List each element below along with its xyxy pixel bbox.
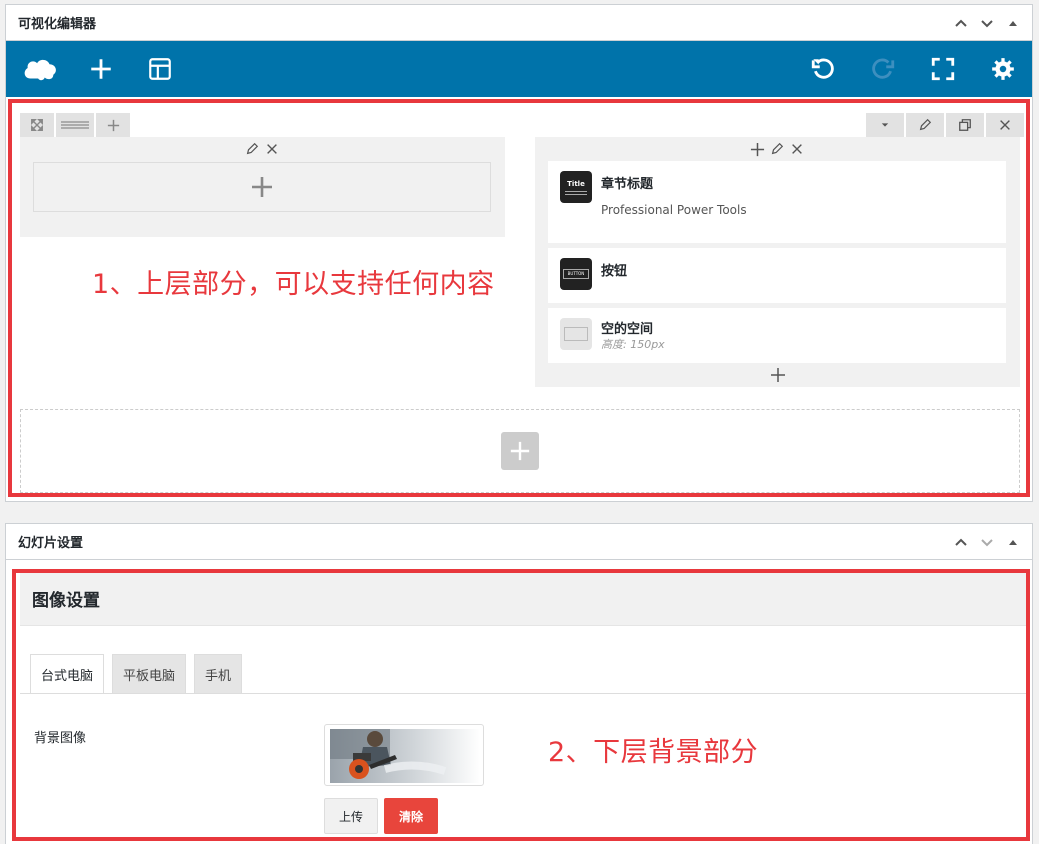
column-right: Title 章节标题 Professional Power Tools BUTT… xyxy=(535,137,1020,387)
pencil-icon[interactable] xyxy=(906,113,944,137)
title-widget-icon: Title xyxy=(560,171,592,203)
upload-button[interactable]: 上传 xyxy=(324,798,378,834)
widget-empty-space[interactable]: 空的空间 高度: 150px xyxy=(548,308,1006,363)
annotation-upper-layer: 1、上层部分，可以支持任何内容 xyxy=(92,269,495,300)
logo-cloud-icon[interactable] xyxy=(20,53,60,85)
fullscreen-icon[interactable] xyxy=(927,53,959,85)
device-tabs: 台式电脑 平板电脑 手机 xyxy=(30,654,243,694)
dropdown-caret-icon[interactable] xyxy=(866,113,904,137)
widget-subtitle: 高度: 150px xyxy=(601,338,665,351)
tab-tablet[interactable]: 平板电脑 xyxy=(112,654,187,694)
background-image-label: 背景图像 xyxy=(34,731,87,746)
layout-icon[interactable] xyxy=(144,53,176,85)
chevron-down-icon[interactable] xyxy=(976,531,998,553)
widget-name: 按钮 xyxy=(601,264,628,279)
triangle-up-icon[interactable] xyxy=(1002,531,1024,553)
column-left xyxy=(20,137,505,237)
widget-subtitle: Professional Power Tools xyxy=(601,203,747,217)
close-icon[interactable] xyxy=(264,141,280,157)
background-image-thumbnail[interactable] xyxy=(324,724,484,786)
column-tools xyxy=(749,141,805,157)
empty-space-widget-icon xyxy=(560,318,592,350)
plus-icon xyxy=(770,368,785,382)
visual-editor-panel: 可视化编辑器 Title 章节标题 Professional Power Too… xyxy=(5,4,1033,502)
widget-section-title[interactable]: Title 章节标题 Professional Power Tools xyxy=(548,161,1006,243)
add-widget-button[interactable] xyxy=(33,162,491,212)
close-icon[interactable] xyxy=(986,113,1024,137)
builder-area: Title 章节标题 Professional Power Tools BUTT… xyxy=(6,97,1032,501)
plus-icon xyxy=(510,441,530,461)
annotation-lower-layer: 2、下层背景部分 xyxy=(548,737,759,768)
section-header: 图像设置 xyxy=(20,572,1026,626)
pencil-icon[interactable] xyxy=(769,141,785,157)
panel-title: 幻灯片设置 xyxy=(18,536,84,551)
plus-icon xyxy=(252,177,272,197)
column-tools xyxy=(244,141,280,157)
tab-divider xyxy=(20,693,1026,694)
undo-icon[interactable] xyxy=(807,53,839,85)
widget-name: 空的空间 xyxy=(601,322,654,337)
builder-toolbar xyxy=(6,41,1032,97)
add-widget-button[interactable] xyxy=(535,363,1020,387)
widget-button[interactable]: BUTTON 按钮 xyxy=(548,248,1006,303)
row-tools-right xyxy=(866,113,1024,137)
plus-icon[interactable] xyxy=(749,141,765,157)
tab-desktop[interactable]: 台式电脑 xyxy=(30,654,105,694)
panel-header: 幻灯片设置 xyxy=(6,524,1032,560)
add-row-area xyxy=(20,409,1020,493)
widget-name: 章节标题 xyxy=(601,177,654,192)
close-icon[interactable] xyxy=(789,141,805,157)
columns-icon[interactable] xyxy=(56,113,94,137)
section-title: 图像设置 xyxy=(32,591,100,611)
duplicate-icon[interactable] xyxy=(946,113,984,137)
add-icon[interactable] xyxy=(85,53,117,85)
add-row-button[interactable] xyxy=(501,432,539,470)
row-tools-left xyxy=(20,113,130,137)
clear-button[interactable]: 清除 xyxy=(384,798,438,834)
settings-icon[interactable] xyxy=(987,53,1019,85)
tab-mobile[interactable]: 手机 xyxy=(194,654,243,694)
slide-settings-panel: 幻灯片设置 图像设置 台式电脑 平板电脑 手机 背景图像 上传 清除 2、下层背… xyxy=(5,523,1033,844)
plus-icon[interactable] xyxy=(96,113,130,137)
chevron-down-icon[interactable] xyxy=(976,12,998,34)
move-icon[interactable] xyxy=(20,113,54,137)
chevron-up-icon[interactable] xyxy=(950,12,972,34)
panel-title: 可视化编辑器 xyxy=(18,17,97,32)
pencil-icon[interactable] xyxy=(244,141,260,157)
panel-header: 可视化编辑器 xyxy=(6,5,1032,41)
button-widget-icon: BUTTON xyxy=(560,258,592,290)
triangle-up-icon[interactable] xyxy=(1002,12,1024,34)
redo-icon[interactable] xyxy=(867,53,899,85)
chevron-up-icon[interactable] xyxy=(950,531,972,553)
